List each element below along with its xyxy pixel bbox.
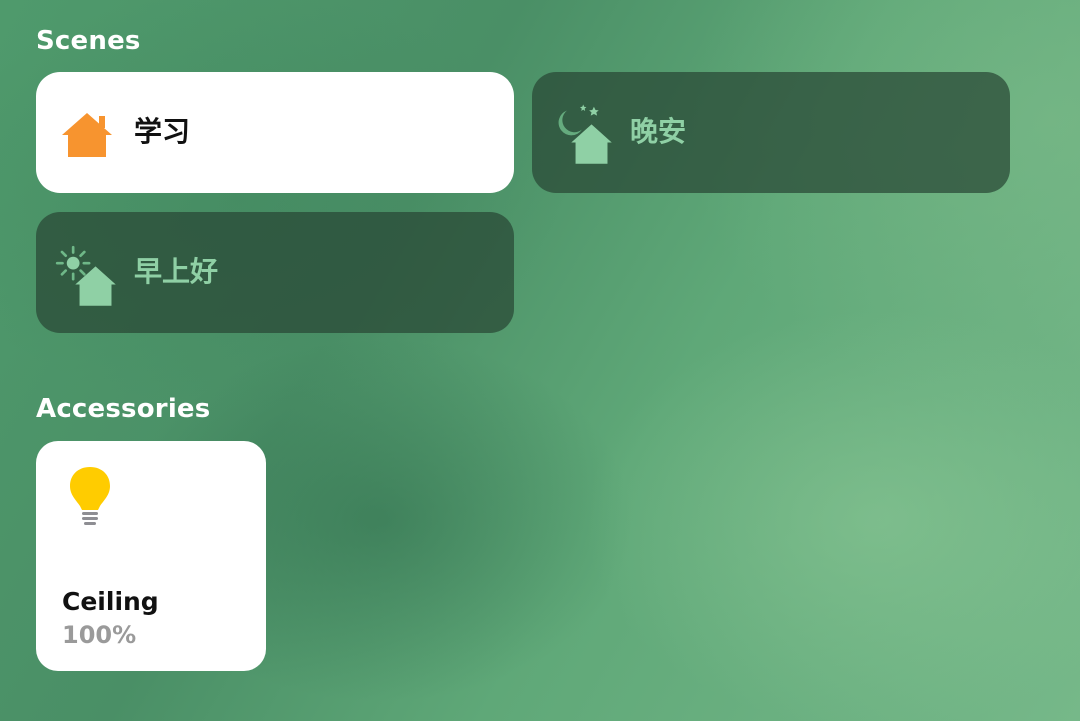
house-moon-stars-icon [558,104,612,164]
accessory-name: Ceiling [62,587,159,616]
scene-tile-goodnight[interactable]: 晚安 [532,72,1010,193]
scenes-section-title: Scenes [36,26,141,56]
scene-tile-study[interactable]: 学习 [36,72,514,193]
house-icon [62,113,112,157]
accessory-tile-ceiling[interactable]: Ceiling 100% [36,441,266,671]
accessories-section-title: Accessories [36,394,211,424]
scene-label: 晚安 [630,115,687,148]
scene-label: 学习 [134,115,191,148]
scene-tile-goodmorning[interactable]: 早上好 [36,212,514,333]
accessory-status: 100% [62,621,137,649]
scene-label: 早上好 [134,255,219,288]
lightbulb-icon [70,467,110,525]
house-sun-icon [55,245,116,306]
